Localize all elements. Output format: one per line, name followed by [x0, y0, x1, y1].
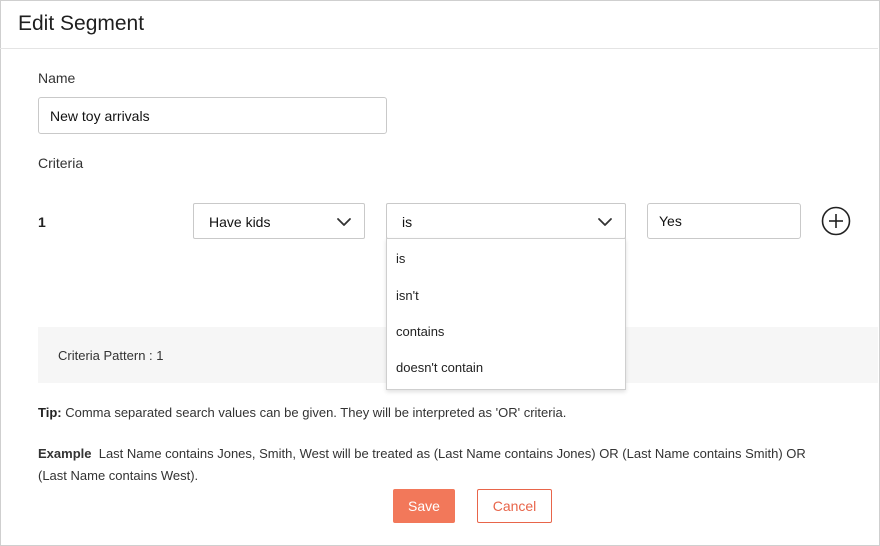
save-button[interactable]: Save [393, 489, 455, 523]
criteria-label: Criteria [38, 155, 84, 171]
chevron-down-icon [598, 218, 612, 226]
chevron-down-icon [337, 218, 351, 226]
tip-label: Tip: [38, 405, 62, 420]
name-label: Name [38, 70, 76, 86]
plus-circle-icon[interactable] [821, 206, 851, 236]
criteria-row-number: 1 [38, 214, 46, 230]
dropdown-option-isnt[interactable]: isn't [396, 288, 419, 303]
operator-dropdown-menu: is isn't contains doesn't contain [386, 238, 626, 390]
page-title: Edit Segment [18, 12, 145, 35]
criteria-value-text: Yes [659, 213, 682, 229]
name-input-value: New toy arrivals [50, 107, 150, 124]
tip-text: Tip: Comma separated search values can b… [38, 405, 566, 420]
cancel-button[interactable]: Cancel [477, 489, 552, 523]
criteria-operator-value: is [402, 214, 413, 230]
name-input[interactable]: New toy arrivals [38, 97, 387, 134]
criteria-value-input[interactable]: Yes [647, 203, 801, 239]
dropdown-option-doesnt-contain[interactable]: doesn't contain [396, 360, 483, 375]
example-body: Last Name contains Jones, Smith, West wi… [38, 446, 810, 483]
dropdown-option-is[interactable]: is [396, 251, 405, 266]
dropdown-option-contains[interactable]: contains [396, 324, 444, 339]
criteria-pattern-text: Criteria Pattern : 1 [58, 348, 164, 363]
panel-header: Edit Segment [0, 0, 878, 49]
criteria-operator-select[interactable]: is [386, 203, 626, 239]
criteria-field-select[interactable]: Have kids [193, 203, 365, 239]
tip-body: Comma separated search values can be giv… [61, 405, 567, 420]
criteria-field-value: Have kids [209, 214, 271, 230]
example-text: Example Last Name contains Jones, Smith,… [38, 443, 818, 487]
example-label: Example [38, 446, 92, 461]
